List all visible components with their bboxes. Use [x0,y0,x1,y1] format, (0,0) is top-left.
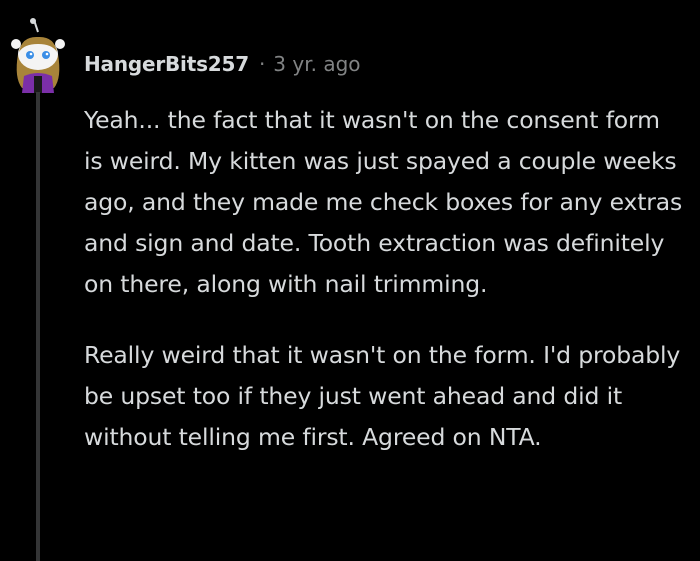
comment-header: HangerBits257 · 3 yr. ago [84,48,361,80]
comment-body: Yeah... the fact that it wasn't on the c… [84,100,684,488]
thread-line[interactable] [36,92,40,561]
separator-dot: · [258,52,266,76]
username-link[interactable]: HangerBits257 [84,52,249,76]
comment-paragraph: Yeah... the fact that it wasn't on the c… [84,106,683,298]
user-avatar-icon[interactable] [8,18,68,93]
comment: HangerBits257 · 3 yr. ago Yeah... the fa… [0,0,700,561]
comment-paragraph: Really weird that it wasn't on the form.… [84,341,681,451]
timestamp[interactable]: 3 yr. ago [273,52,360,76]
